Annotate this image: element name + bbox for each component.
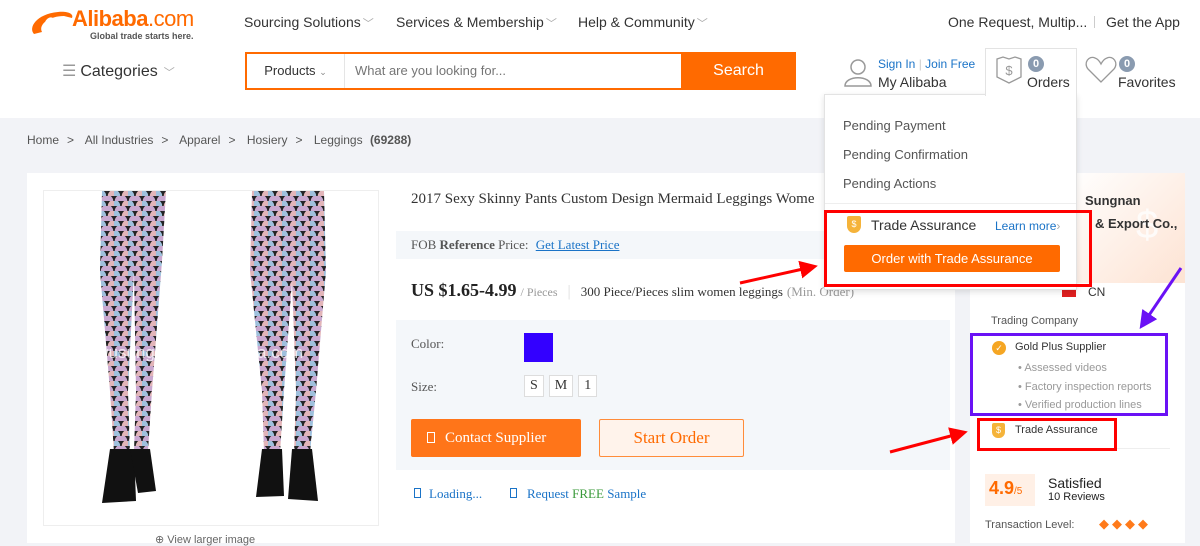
- red-arrow: [889, 427, 968, 454]
- orders-label: Orders: [1027, 74, 1070, 90]
- orders-shield-icon: $: [996, 56, 1022, 84]
- red-arrow: [739, 260, 818, 285]
- orders-count: 0: [1028, 56, 1044, 72]
- svg-text:$: $: [1005, 63, 1013, 78]
- purple-arrow: [1139, 267, 1183, 329]
- orders-button[interactable]: $ 0 Orders: [985, 48, 1077, 96]
